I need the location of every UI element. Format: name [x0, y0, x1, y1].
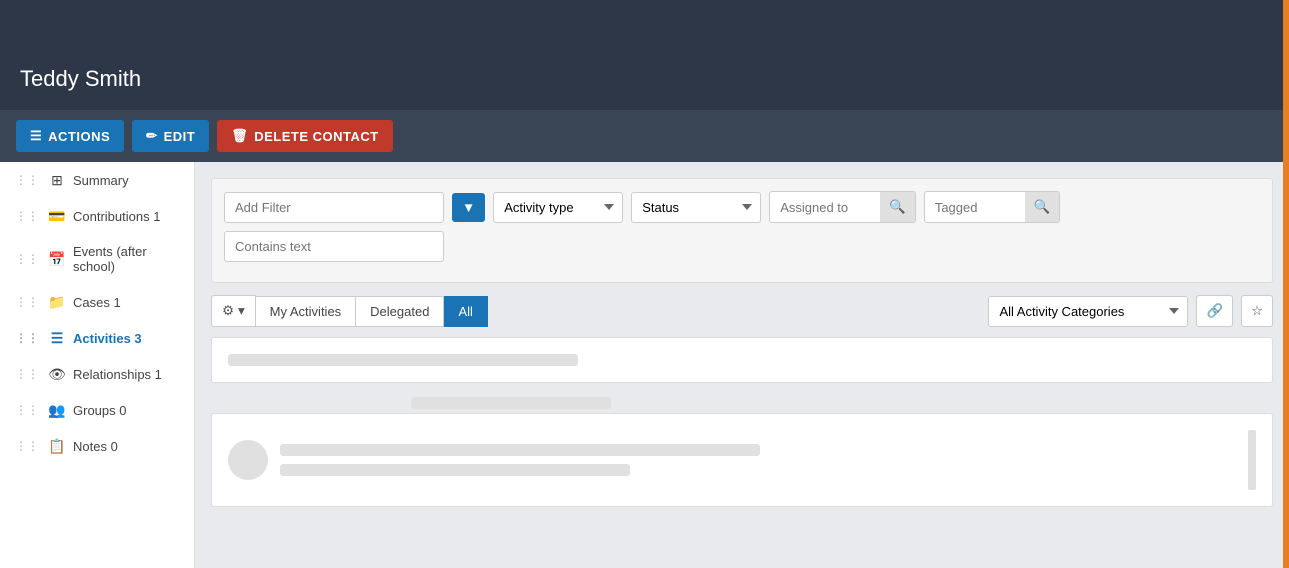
- activity-type-select[interactable]: Activity type: [493, 192, 623, 223]
- skeleton-line-2: [280, 464, 630, 476]
- calendar-icon: 📅: [49, 251, 65, 267]
- sidebar-label: Cases 1: [73, 295, 121, 310]
- assigned-to-search-button[interactable]: 🔍: [880, 192, 915, 222]
- star-icon: ☆: [1251, 303, 1263, 319]
- sidebar-item-activities[interactable]: ⋮⋮ ☰ Activities 3: [0, 320, 194, 356]
- list-icon: ☰: [49, 330, 65, 346]
- skeleton-spacer: [211, 391, 1273, 413]
- grid-icon: ⊞: [49, 172, 65, 188]
- skeleton-bar-1: [228, 354, 578, 366]
- edit-button[interactable]: ✏ EDIT: [132, 120, 209, 152]
- activity-toolbar-right: All Activity Categories 🔗 ☆: [988, 295, 1273, 327]
- tab-all[interactable]: All: [444, 296, 487, 327]
- sidebar-item-relationships[interactable]: ⋮⋮ 👁 Relationships 1: [0, 356, 194, 392]
- sidebar-item-summary[interactable]: ⋮⋮ ⊞ Summary: [0, 162, 194, 198]
- drag-icon: ⋮⋮: [15, 367, 39, 381]
- assigned-to-field: 🔍: [769, 191, 916, 223]
- menu-icon: ☰: [30, 128, 42, 144]
- drag-icon: ⋮⋮: [15, 252, 39, 266]
- skeleton-card-1: [211, 337, 1273, 383]
- drag-icon: ⋮⋮: [15, 209, 39, 223]
- sidebar-label: Relationships 1: [73, 367, 162, 382]
- assigned-to-input[interactable]: [770, 193, 880, 222]
- credit-card-icon: 💳: [49, 208, 65, 224]
- link-icon-button[interactable]: 🔗: [1196, 295, 1233, 327]
- main-content: ▼ Activity type Status 🔍: [195, 162, 1289, 568]
- drag-icon: ⋮⋮: [15, 331, 39, 345]
- tagged-search-button[interactable]: 🔍: [1025, 192, 1060, 222]
- activity-tabs-toolbar: ⚙ ▾ My Activities Delegated All All Acti…: [211, 295, 1273, 327]
- sidebar-item-notes[interactable]: ⋮⋮ 📋 Notes 0: [0, 428, 194, 464]
- contains-text-input[interactable]: [224, 231, 444, 262]
- gear-icon: ⚙: [222, 303, 234, 319]
- sidebar-item-groups[interactable]: ⋮⋮ 👥 Groups 0: [0, 392, 194, 428]
- tagged-field: 🔍: [924, 191, 1061, 223]
- sidebar-label: Activities 3: [73, 331, 142, 346]
- sidebar-item-cases[interactable]: ⋮⋮ 📁 Cases 1: [0, 284, 194, 320]
- skeleton-card-2: [211, 413, 1273, 507]
- sidebar-label: Summary: [73, 173, 129, 188]
- status-select[interactable]: Status: [631, 192, 761, 223]
- delete-contact-button[interactable]: 🗑 DELETE CONTACT: [217, 120, 393, 152]
- sidebar-item-contributions[interactable]: ⋮⋮ 💳 Contributions 1: [0, 198, 194, 234]
- sidebar-label: Contributions 1: [73, 209, 160, 224]
- pencil-icon: ✏: [146, 128, 157, 144]
- filter-icon: ▼: [462, 200, 475, 215]
- caret-icon: ▾: [238, 303, 245, 319]
- contact-name: Teddy Smith: [20, 66, 141, 92]
- filter-row-top: ▼ Activity type Status 🔍: [224, 191, 1260, 223]
- sidebar-item-events[interactable]: ⋮⋮ 📅 Events (after school): [0, 234, 194, 284]
- action-toolbar: ☰ ACTIONS ✏ EDIT 🗑 DELETE CONTACT: [0, 110, 1289, 162]
- sidebar-label: Groups 0: [73, 403, 126, 418]
- category-select[interactable]: All Activity Categories: [988, 296, 1188, 327]
- trash-icon: 🗑: [231, 128, 248, 144]
- note-icon: 📋: [49, 438, 65, 454]
- sidebar-label: Notes 0: [73, 439, 118, 454]
- actions-button[interactable]: ☰ ACTIONS: [16, 120, 124, 152]
- drag-icon: ⋮⋮: [15, 173, 39, 187]
- star-icon-button[interactable]: ☆: [1241, 295, 1273, 327]
- page-header: Teddy Smith: [0, 0, 1289, 110]
- skeleton-line-1: [280, 444, 760, 456]
- filter-row-bottom: [224, 231, 1260, 262]
- add-filter-input[interactable]: [224, 192, 444, 223]
- main-layout: ⋮⋮ ⊞ Summary ⋮⋮ 💳 Contributions 1 ⋮⋮ 📅 E…: [0, 162, 1289, 568]
- link-icon: 🔗: [1206, 303, 1223, 319]
- drag-icon: ⋮⋮: [15, 295, 39, 309]
- skeleton-row-1: [228, 430, 1256, 490]
- drag-icon: ⋮⋮: [15, 403, 39, 417]
- sidebar-label: Events (after school): [73, 244, 182, 274]
- filter-bar: ▼ Activity type Status 🔍: [211, 178, 1273, 283]
- filter-apply-button[interactable]: ▼: [452, 193, 485, 222]
- skeleton-bar-2: [411, 397, 611, 409]
- tab-delegated[interactable]: Delegated: [356, 296, 444, 327]
- tagged-input[interactable]: [925, 193, 1025, 222]
- sidebar: ⋮⋮ ⊞ Summary ⋮⋮ 💳 Contributions 1 ⋮⋮ 📅 E…: [0, 162, 195, 568]
- accent-bar: [1283, 0, 1289, 568]
- skeleton-text: [280, 444, 1236, 476]
- tab-my-activities[interactable]: My Activities: [256, 296, 357, 327]
- gear-button[interactable]: ⚙ ▾: [211, 295, 256, 327]
- skeleton-side: [1248, 430, 1256, 490]
- eye-icon: 👁: [49, 366, 65, 382]
- skeleton-avatar: [228, 440, 268, 480]
- drag-icon: ⋮⋮: [15, 439, 39, 453]
- users-icon: 👥: [49, 402, 65, 418]
- folder-icon: 📁: [49, 294, 65, 310]
